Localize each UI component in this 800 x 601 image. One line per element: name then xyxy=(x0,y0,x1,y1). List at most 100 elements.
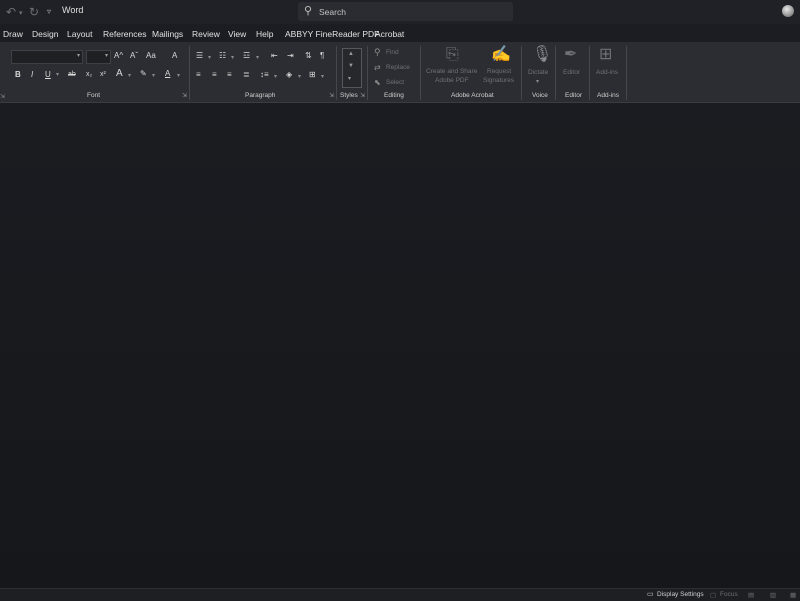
tab-references[interactable]: References xyxy=(103,29,146,39)
print-layout-icon[interactable]: ▥ xyxy=(770,591,776,599)
underline-dropdown-icon[interactable]: ▾ xyxy=(56,70,59,80)
group-label-paragraph: Paragraph xyxy=(245,92,276,99)
create-share-pdf-line2[interactable]: Adobe PDF xyxy=(435,77,469,85)
document-canvas[interactable] xyxy=(0,103,800,588)
superscript-button[interactable]: x² xyxy=(100,70,106,80)
grow-font-icon[interactable]: A^ xyxy=(114,51,123,61)
shrink-font-icon[interactable]: Aˇ xyxy=(130,51,138,61)
tab-acrobat[interactable]: Acrobat xyxy=(375,29,404,39)
tab-view[interactable]: View xyxy=(228,29,246,39)
highlight-dropdown-icon[interactable]: ▾ xyxy=(152,71,155,81)
ribbon-tabs: Draw Design Layout References Mailings R… xyxy=(0,25,800,42)
sort-icon[interactable]: ⇅ xyxy=(305,51,312,61)
tab-draw[interactable]: Draw xyxy=(3,29,23,39)
focus-button[interactable]: Focus xyxy=(720,591,738,598)
undo-icon[interactable]: ↶ xyxy=(6,4,16,20)
separator xyxy=(420,46,421,100)
borders-dropdown-icon[interactable]: ▾ xyxy=(321,72,324,82)
request-signatures-line2[interactable]: Signatures xyxy=(483,77,514,85)
borders-icon[interactable]: ⊞ xyxy=(309,70,316,80)
strikethrough-button[interactable]: ab xyxy=(68,70,76,80)
select-button[interactable]: Select xyxy=(386,79,404,87)
editor-icon: ✒ xyxy=(564,46,578,63)
styles-launcher-icon[interactable]: ⇲ xyxy=(360,92,365,99)
font-launcher-icon[interactable]: ⇲ xyxy=(182,92,187,99)
addins-button[interactable]: Add-ins xyxy=(596,69,618,77)
read-mode-icon[interactable]: ▤ xyxy=(748,591,754,599)
numbering-icon[interactable]: ☷ xyxy=(219,51,226,61)
change-case-icon[interactable]: Aa xyxy=(146,51,156,61)
dictate-dropdown-icon[interactable]: ▾ xyxy=(536,77,539,87)
text-effects-dropdown-icon[interactable]: ▾ xyxy=(128,71,131,81)
status-bar: ▭ Display Settings ▢ Focus ▤ ▥ ▦ xyxy=(0,588,800,601)
highlight-icon[interactable]: ✎ xyxy=(140,69,147,79)
app-title: Word xyxy=(62,5,84,15)
search-input[interactable]: Search xyxy=(319,7,346,17)
styles-down-icon[interactable]: ▼ xyxy=(348,63,354,69)
create-pdf-icon: ⎘ xyxy=(446,46,459,63)
group-label-editing: Editing xyxy=(384,92,404,99)
tab-layout[interactable]: Layout xyxy=(67,29,93,39)
focus-icon: ▢ xyxy=(710,592,717,599)
align-left-icon[interactable]: ≡ xyxy=(196,70,201,80)
subscript-button[interactable]: x₂ xyxy=(86,70,92,80)
underline-button[interactable]: U xyxy=(45,70,51,80)
find-button[interactable]: Find xyxy=(386,49,399,57)
italic-button[interactable]: I xyxy=(31,70,33,80)
show-formatting-icon[interactable]: ¶ xyxy=(320,51,324,61)
clipboard-launcher-icon[interactable]: ⇲ xyxy=(0,92,5,102)
justify-icon[interactable]: ≣ xyxy=(243,70,250,80)
styles-up-icon[interactable]: ▲ xyxy=(348,51,354,57)
bold-button[interactable]: B xyxy=(15,70,21,80)
avatar[interactable] xyxy=(782,5,794,17)
shading-icon[interactable]: ◈ xyxy=(286,70,292,80)
line-spacing-icon[interactable]: ↕≡ xyxy=(260,70,269,80)
display-settings-icon: ▭ xyxy=(647,591,654,598)
create-share-pdf-line1[interactable]: Create and Share xyxy=(426,68,477,76)
dictate-button[interactable]: Dictate xyxy=(528,69,548,77)
group-label-addins: Add-ins xyxy=(597,92,620,99)
font-color-dropdown-icon[interactable]: ▾ xyxy=(177,71,180,81)
font-size-dropdown[interactable]: ▾ xyxy=(86,50,111,64)
bullets-icon[interactable]: ☰ xyxy=(196,51,203,61)
display-settings-button[interactable]: Display Settings xyxy=(657,591,704,598)
group-label-adobe-acrobat: Adobe Acrobat xyxy=(451,92,494,99)
clear-formatting-icon[interactable]: A xyxy=(172,51,177,61)
request-signatures-icon: ✍ xyxy=(491,46,511,63)
text-effects-icon[interactable]: A xyxy=(116,69,123,79)
tab-mailings[interactable]: Mailings xyxy=(152,29,183,39)
font-color-icon[interactable]: A xyxy=(165,69,170,79)
tab-review[interactable]: Review xyxy=(192,29,220,39)
search-icon: ⚲ xyxy=(304,5,313,17)
replace-button[interactable]: Replace xyxy=(386,64,410,72)
group-label-styles: Styles xyxy=(340,92,358,99)
undo-dropdown-icon[interactable]: ▾ xyxy=(19,6,23,22)
line-spacing-dropdown-icon[interactable]: ▾ xyxy=(274,72,277,82)
multilevel-dropdown-icon[interactable]: ▾ xyxy=(256,53,259,63)
align-right-icon[interactable]: ≡ xyxy=(227,70,232,80)
shading-dropdown-icon[interactable]: ▾ xyxy=(298,72,301,82)
align-center-icon[interactable]: ≡ xyxy=(212,70,217,80)
separator xyxy=(189,46,190,100)
tab-abbyy[interactable]: ABBYY FineReader PDF xyxy=(285,29,379,39)
tab-help[interactable]: Help xyxy=(256,29,273,39)
styles-more-icon[interactable]: ▾ xyxy=(348,75,351,82)
decrease-indent-icon[interactable]: ⇤ xyxy=(271,51,278,61)
numbering-dropdown-icon[interactable]: ▾ xyxy=(231,53,234,63)
group-label-editor: Editor xyxy=(565,92,582,99)
font-name-dropdown[interactable]: ▾ xyxy=(11,50,83,64)
web-layout-icon[interactable]: ▦ xyxy=(790,591,796,599)
bullets-dropdown-icon[interactable]: ▾ xyxy=(208,53,211,63)
customize-quick-access-icon[interactable]: ▿ xyxy=(47,4,51,20)
redo-icon[interactable]: ↻ xyxy=(29,4,39,20)
title-bar: ↶ ▾ ↻ ▿ Word ⚲ Search xyxy=(0,0,800,24)
request-signatures-line1[interactable]: Request xyxy=(487,68,511,76)
tab-design[interactable]: Design xyxy=(32,29,58,39)
paragraph-launcher-icon[interactable]: ⇲ xyxy=(329,92,334,99)
styles-gallery[interactable]: ▲ ▼ ▾ xyxy=(342,48,362,88)
editor-button[interactable]: Editor xyxy=(563,69,580,77)
increase-indent-icon[interactable]: ⇥ xyxy=(287,51,294,61)
search-box[interactable]: ⚲ Search xyxy=(298,2,513,21)
multilevel-list-icon[interactable]: ☲ xyxy=(243,51,250,61)
replace-icon: ⇄ xyxy=(374,63,381,72)
